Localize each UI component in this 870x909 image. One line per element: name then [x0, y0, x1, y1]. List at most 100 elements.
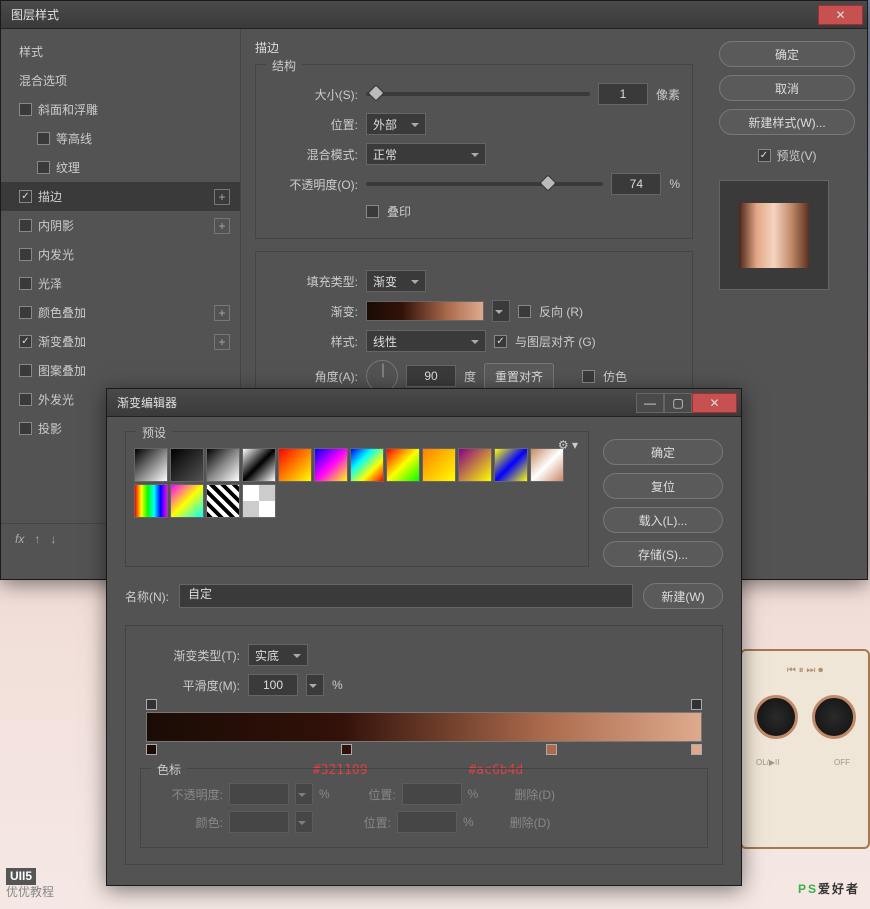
add-instance-icon[interactable]: + — [214, 189, 230, 205]
style-item[interactable]: 描边+ — [1, 182, 240, 211]
style-item[interactable]: 图案叠加 — [1, 356, 240, 385]
effect-checkbox[interactable] — [19, 103, 32, 116]
opacity-input[interactable]: 74 — [611, 173, 661, 195]
gradient-swatch[interactable] — [366, 301, 484, 321]
gradtype-select[interactable]: 实底 — [248, 644, 308, 666]
cancel-button[interactable]: 取消 — [719, 75, 855, 101]
reset-align-button[interactable]: 重置对齐 — [484, 363, 554, 389]
opacity-slider[interactable] — [366, 182, 603, 186]
style-select[interactable]: 线性 — [366, 330, 486, 352]
new-button[interactable]: 新建(W) — [643, 583, 723, 609]
opacity-stop[interactable] — [691, 699, 702, 710]
effect-label: 内发光 — [38, 246, 74, 263]
effect-checkbox[interactable] — [19, 393, 32, 406]
ge-load-button[interactable]: 载入(L)... — [603, 507, 723, 533]
ge-ok-button[interactable]: 确定 — [603, 439, 723, 465]
effect-checkbox[interactable] — [19, 364, 32, 377]
effect-checkbox[interactable] — [19, 190, 32, 203]
opacity-stop[interactable] — [146, 699, 157, 710]
add-instance-icon[interactable]: + — [214, 334, 230, 350]
blend-select[interactable]: 正常 — [366, 143, 486, 165]
gradient-preset[interactable] — [170, 484, 204, 518]
effect-checkbox[interactable] — [37, 161, 50, 174]
gradient-bar[interactable]: #321109 #ac6b4d — [146, 712, 702, 742]
stop-location-label: 位置: — [356, 786, 396, 803]
color-stop[interactable] — [341, 744, 352, 755]
minimize-button[interactable]: — — [636, 393, 664, 413]
size-input[interactable]: 1 — [598, 83, 648, 105]
style-item[interactable]: 渐变叠加+ — [1, 327, 240, 356]
up-icon[interactable]: ↑ — [34, 532, 40, 546]
presets-box: 预设 ⚙ ▾ — [125, 431, 589, 567]
preview-checkbox[interactable] — [758, 149, 771, 162]
style-item[interactable]: 纹理 — [1, 153, 240, 182]
gradient-dropdown[interactable] — [492, 300, 510, 322]
style-item[interactable]: 光泽 — [1, 269, 240, 298]
gear-icon[interactable]: ⚙ ▾ — [558, 438, 578, 452]
effect-checkbox[interactable] — [37, 132, 50, 145]
gradient-editor-titlebar[interactable]: 渐变编辑器 — ▢ ✕ — [107, 389, 741, 417]
effect-label: 纹理 — [56, 159, 80, 176]
style-item[interactable]: 内发光 — [1, 240, 240, 269]
smoothness-input[interactable]: 100 — [248, 674, 298, 696]
color-stop[interactable] — [546, 744, 557, 755]
maximize-icon: ▢ — [672, 396, 683, 410]
effect-label: 外发光 — [38, 391, 74, 408]
gradient-preset[interactable] — [314, 448, 348, 482]
gradient-preset[interactable] — [530, 448, 564, 482]
gradient-preset[interactable] — [242, 448, 276, 482]
down-icon[interactable]: ↓ — [50, 532, 56, 546]
add-instance-icon[interactable]: + — [214, 218, 230, 234]
gradient-preset[interactable] — [242, 484, 276, 518]
effect-label: 颜色叠加 — [38, 304, 86, 321]
name-input[interactable]: 自定 — [179, 584, 633, 608]
color-stop[interactable] — [146, 744, 157, 755]
maximize-button[interactable]: ▢ — [664, 393, 692, 413]
close-button[interactable]: ✕ — [692, 393, 737, 413]
add-instance-icon[interactable]: + — [214, 305, 230, 321]
position-select[interactable]: 外部 — [366, 113, 426, 135]
effect-checkbox[interactable] — [19, 277, 32, 290]
size-unit: 像素 — [656, 86, 680, 103]
angle-unit: 度 — [464, 368, 476, 385]
blend-options[interactable]: 混合选项 — [1, 66, 240, 95]
gradient-preset[interactable] — [134, 484, 168, 518]
gradient-preset[interactable] — [458, 448, 492, 482]
dither-checkbox[interactable] — [582, 370, 595, 383]
ok-button[interactable]: 确定 — [719, 41, 855, 67]
gradient-preset[interactable] — [278, 448, 312, 482]
reverse-checkbox[interactable] — [518, 305, 531, 318]
effect-checkbox[interactable] — [19, 335, 32, 348]
effect-label: 内阴影 — [38, 217, 74, 234]
filltype-select[interactable]: 渐变 — [366, 270, 426, 292]
ge-save-button[interactable]: 存储(S)... — [603, 541, 723, 567]
styles-header[interactable]: 样式 — [1, 37, 240, 66]
new-style-button[interactable]: 新建样式(W)... — [719, 109, 855, 135]
overprint-checkbox[interactable] — [366, 205, 379, 218]
style-item[interactable]: 颜色叠加 + — [1, 298, 240, 327]
size-slider[interactable] — [366, 92, 590, 96]
gradient-preset[interactable] — [386, 448, 420, 482]
effect-checkbox[interactable] — [19, 306, 32, 319]
angle-input[interactable]: 90 — [406, 365, 456, 387]
effect-checkbox[interactable] — [19, 422, 32, 435]
gradient-preset[interactable] — [494, 448, 528, 482]
effect-checkbox[interactable] — [19, 219, 32, 232]
ge-reset-button[interactable]: 复位 — [603, 473, 723, 499]
fx-button[interactable]: fx — [15, 532, 24, 546]
gradient-preset[interactable] — [206, 484, 240, 518]
style-item[interactable]: 等高线 — [1, 124, 240, 153]
gradient-preset[interactable] — [206, 448, 240, 482]
smoothness-dropdown[interactable] — [306, 674, 324, 696]
gradient-preset[interactable] — [134, 448, 168, 482]
gradient-preset[interactable] — [170, 448, 204, 482]
layer-style-titlebar[interactable]: 图层样式 ✕ — [1, 1, 867, 29]
color-stop[interactable] — [691, 744, 702, 755]
close-button[interactable]: ✕ — [818, 5, 863, 25]
effect-checkbox[interactable] — [19, 248, 32, 261]
gradient-preset[interactable] — [422, 448, 456, 482]
gradient-preset[interactable] — [350, 448, 384, 482]
style-item[interactable]: 内阴影 + — [1, 211, 240, 240]
style-item[interactable]: 斜面和浮雕 — [1, 95, 240, 124]
align-checkbox[interactable] — [494, 335, 507, 348]
